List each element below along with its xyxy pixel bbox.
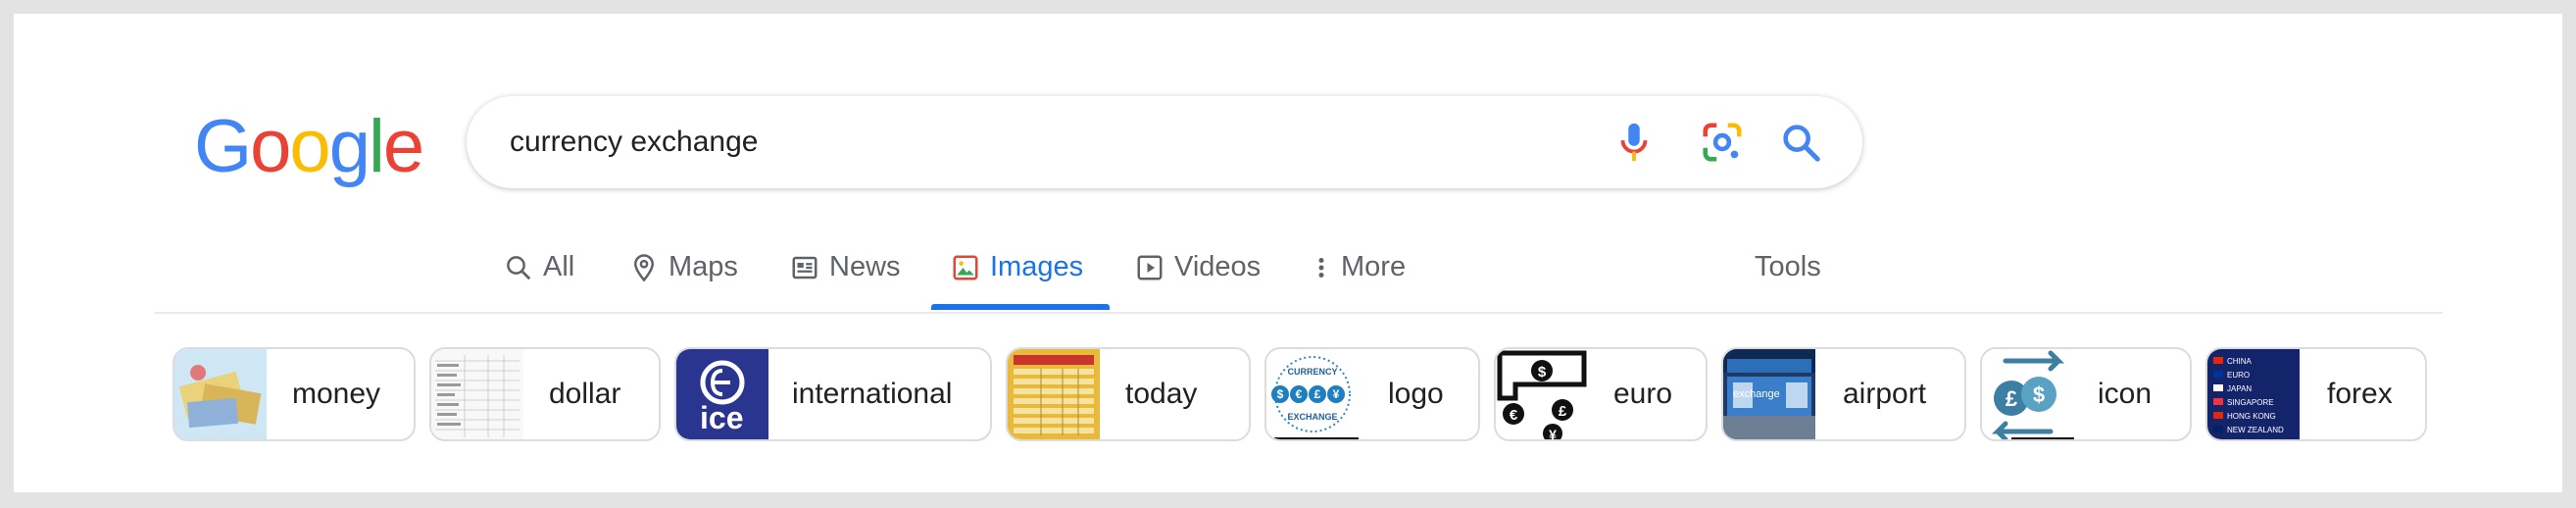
search-icon[interactable]	[1778, 120, 1823, 165]
forex-row: JAPAN	[2227, 384, 2253, 393]
search-input[interactable]: currency exchange	[510, 96, 758, 188]
svg-text:£: £	[1314, 387, 1321, 401]
rates-board-thumbnail	[1008, 349, 1100, 439]
more-vert-icon	[1318, 258, 1324, 278]
chip-airport[interactable]: exchange airport	[1721, 347, 1966, 441]
dollar-table-thumbnail	[431, 349, 523, 439]
tabs-divider	[155, 312, 2443, 314]
logo-thumb-text-top: CURRENCY	[1287, 367, 1337, 377]
map-pin-icon	[633, 254, 655, 282]
lens-icon[interactable]	[1700, 120, 1745, 165]
active-tab-indicator	[931, 304, 1110, 310]
news-icon	[792, 256, 817, 279]
search-icon	[507, 256, 531, 280]
tab-label: Videos	[1174, 251, 1262, 282]
logo-thumb-text-bottom: EXCHANGE	[1287, 412, 1337, 422]
chip-money[interactable]: money	[173, 347, 416, 441]
tab-news[interactable]: News	[790, 245, 901, 314]
image-icon	[953, 255, 978, 280]
ice-logo-icon	[700, 360, 745, 405]
svg-text:€: €	[1510, 407, 1518, 424]
tab-more[interactable]: More	[1312, 245, 1406, 314]
chip-icon[interactable]: £ $ icon	[1980, 347, 2192, 441]
chip-label: dollar	[549, 378, 621, 410]
tab-label: Images	[990, 251, 1084, 282]
chip-label: international	[792, 378, 953, 410]
forex-row: SINGAPORE	[2227, 398, 2274, 407]
forex-row: CHINA	[2227, 357, 2252, 366]
svg-text:€: €	[1296, 387, 1303, 401]
money-thumbnail	[174, 349, 267, 439]
tab-all[interactable]: All	[504, 245, 574, 314]
play-icon	[1137, 255, 1163, 280]
euro-exchange-icon-thumbnail: $ € £¥	[1496, 349, 1588, 441]
chip-international[interactable]: ice international	[674, 347, 992, 441]
ice-logo-thumbnail: ice	[676, 349, 768, 439]
forex-board-thumbnail: CHINA EURO JAPAN SINGAPORE HONG KONG NEW…	[2207, 349, 2300, 439]
currency-exchange-logo-thumbnail: CURRENCY$ € £ ¥ EXCHANGE	[1266, 349, 1359, 439]
logo-letter: g	[328, 105, 371, 188]
search-box[interactable]: currency exchange	[467, 96, 1862, 188]
logo-letter: e	[382, 105, 424, 188]
logo-letter: o	[289, 105, 330, 188]
forex-row: HONG KONG	[2227, 412, 2276, 421]
logo-letter: l	[368, 105, 385, 188]
chip-label: airport	[1843, 378, 1927, 410]
chip-logo[interactable]: CURRENCY $ € £ ¥ EXCHANGE logo	[1264, 347, 1480, 441]
svg-text:$: $	[2033, 382, 2045, 407]
forex-row: EURO	[2227, 371, 2251, 380]
tab-label: More	[1341, 251, 1407, 282]
airport-booth-thumbnail: exchange	[1723, 349, 1815, 439]
microphone-icon[interactable]	[1611, 120, 1657, 165]
ice-logo-text: ice	[700, 400, 744, 435]
chip-label: money	[292, 378, 381, 410]
tab-label: News	[829, 251, 901, 282]
svg-text:$: $	[1538, 364, 1547, 381]
chip-euro[interactable]: $ € £ ¥ euro	[1494, 347, 1708, 441]
logo-letter: o	[250, 105, 291, 188]
svg-text:¥: ¥	[1549, 427, 1557, 441]
svg-text:$: $	[1277, 387, 1284, 401]
chip-label: icon	[2098, 378, 2153, 410]
chip-dollar[interactable]: dollar	[429, 347, 661, 441]
chip-label: forex	[2327, 378, 2393, 410]
chip-label: euro	[1613, 378, 1673, 410]
forex-row: NEW ZEALAND	[2227, 426, 2284, 434]
svg-text:£: £	[1559, 403, 1567, 420]
chip-label: today	[1125, 378, 1198, 410]
logo-letter: G	[194, 105, 252, 188]
tab-maps[interactable]: Maps	[629, 245, 738, 314]
chip-forex[interactable]: CHINA EURO JAPAN SINGAPORE HONG KONG NEW…	[2205, 347, 2427, 441]
svg-text:£: £	[2006, 386, 2018, 411]
tools-button[interactable]: Tools	[1755, 245, 1821, 288]
chip-label: logo	[1388, 378, 1444, 410]
tab-videos[interactable]: Videos	[1135, 245, 1261, 314]
tab-label: All	[543, 251, 575, 282]
chip-today[interactable]: today	[1006, 347, 1251, 441]
google-logo[interactable]: Google	[194, 105, 424, 188]
page-frame: Google currency exchange All Maps News I…	[14, 14, 2562, 492]
airport-thumb-text: exchange	[1733, 388, 1780, 400]
tab-label: Maps	[669, 251, 738, 282]
exchange-arrows-thumbnail: £ $	[1982, 349, 2074, 439]
svg-text:¥: ¥	[1333, 387, 1340, 401]
